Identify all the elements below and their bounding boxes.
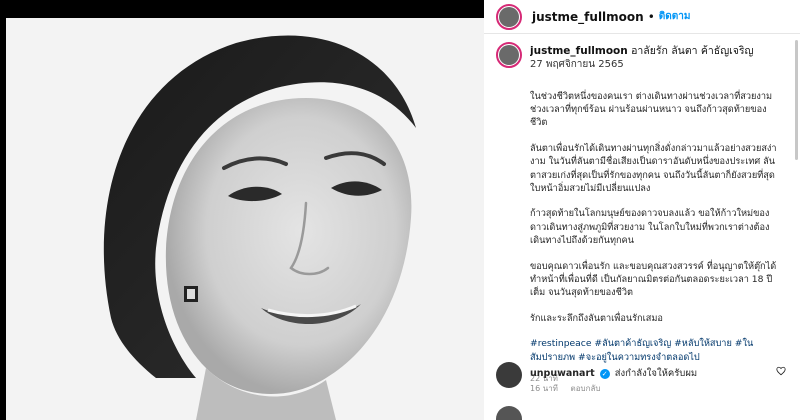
post-side-panel: justme_fullmoon • ติดตาม justme_fullmoon… (484, 0, 800, 420)
caption-paragraph: ก้าวสุดท้ายในโลกมนุษย์ของดาวจบลงแล้ว ขอใ… (530, 208, 770, 246)
comment-text-line: unpuwanart ✓ ส่งกำลังใจให้ครับผม (530, 366, 697, 381)
commenter-avatar[interactable] (496, 406, 522, 420)
verified-badge-icon: ✓ (599, 368, 610, 379)
caption-body: ในช่วงชีวิตหนึ่งของคนเรา ต่างเดินทางผ่าน… (530, 90, 782, 385)
caption-avatar[interactable] (496, 42, 522, 68)
reply-button[interactable]: ตอบกลับ (571, 384, 601, 393)
like-heart-icon[interactable] (776, 366, 786, 376)
post-photo[interactable] (6, 18, 484, 420)
post-header: justme_fullmoon • ติดตาม (484, 0, 800, 34)
commenter-username[interactable]: unpuwanart (530, 368, 595, 379)
header-separator: • (647, 9, 655, 24)
header-username[interactable]: justme_fullmoon (532, 10, 644, 24)
caption-section: justme_fullmoon อาลัยรัก ลันตา ค้าธัญเจร… (484, 34, 800, 420)
caption-paragraph: ขอบคุณดาวเพื่อนรัก และขอบคุณสวงสวรรค์ ที… (530, 260, 777, 298)
comment-time: 16 นาที (530, 384, 558, 393)
portrait-image (6, 18, 484, 420)
caption-paragraph: รักและระลึกถึงลันตาเพื่อนรักเสมอ (530, 312, 663, 324)
instagram-post-view: justme_fullmoon • ติดตาม justme_fullmoon… (0, 0, 800, 420)
caption-paragraph: ในช่วงชีวิตหนึ่งของคนเรา ต่างเดินทางผ่าน… (530, 91, 773, 129)
author-avatar[interactable] (496, 3, 522, 30)
caption-username[interactable]: justme_fullmoon (530, 45, 628, 57)
comment-meta: 16 นาที ตอบกลับ (530, 382, 600, 395)
follow-button[interactable]: ติดตาม (659, 9, 691, 24)
post-image-pane (0, 18, 484, 420)
caption-paragraph: ลันตาเพื่อนรักได้เดินทางผ่านทุกสิ่งดั่งก… (530, 143, 777, 194)
caption-title: อาลัยรัก ลันตา ค้าธัญเจริญ (631, 45, 754, 57)
avatar-image (499, 45, 519, 65)
caption-title-line: justme_fullmoon อาลัยรัก ลันตา ค้าธัญเจร… (530, 44, 790, 58)
caption-meta: justme_fullmoon อาลัยรัก ลันตา ค้าธัญเจร… (530, 44, 790, 72)
comment-text: ส่งกำลังใจให้ครับผม (614, 368, 698, 379)
avatar-image (499, 6, 519, 27)
hashtags[interactable]: #restinpeace #ลันตาค้าธัญเจริญ #หลับให้ส… (530, 337, 782, 363)
caption-date: 27 พฤศจิกายน 2565 (530, 59, 624, 70)
commenter-avatar[interactable] (496, 362, 522, 388)
scrollbar[interactable] (795, 40, 798, 160)
